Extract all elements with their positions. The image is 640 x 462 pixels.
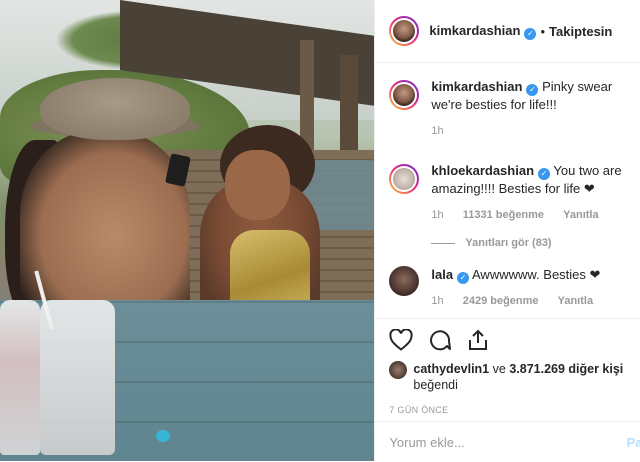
glass (40, 300, 115, 455)
comment-username[interactable]: lala (431, 267, 453, 282)
comment-time[interactable]: 1h (431, 125, 443, 137)
comment-meta: 1h 11331 beğenme Yanıtla (431, 206, 634, 224)
post-comment-button[interactable]: Pa (627, 435, 640, 450)
comment-time[interactable]: 1h (431, 209, 443, 221)
verified-icon: ✓ (538, 168, 550, 180)
follow-status-button[interactable]: Takiptesin (549, 24, 612, 39)
girl-face (225, 150, 290, 220)
avatar[interactable] (389, 266, 419, 296)
add-comment-bar: Yorum ekle... Pa (375, 421, 640, 462)
avatar[interactable] (389, 80, 419, 110)
liked-by-suffix: beğendi (413, 378, 458, 392)
header-username[interactable]: kimkardashian✓ (429, 23, 536, 40)
liked-by: cathydevlin1 ve 3.871.269 diğer kişi beğ… (375, 357, 640, 393)
liked-by-user[interactable]: cathydevlin1 (413, 362, 489, 376)
comment-text: Awwwwww. Besties ❤ (472, 267, 600, 282)
glass (0, 300, 40, 455)
blue-pebble (156, 430, 170, 442)
instagram-post: kimkardashian✓ • Takiptesin kimkardashia… (0, 0, 640, 461)
separator: • (540, 24, 545, 39)
comment-meta: 1h (431, 122, 634, 140)
share-icon[interactable] (467, 329, 489, 356)
liked-by-connector: ve (493, 362, 506, 376)
view-replies-button[interactable]: Yanıtları gör (83) (431, 234, 634, 252)
post-sidebar: kimkardashian✓ • Takiptesin kimkardashia… (374, 0, 640, 461)
comment-input[interactable]: Yorum ekle... (389, 435, 464, 450)
avatar[interactable] (389, 361, 407, 379)
post-photo[interactable] (0, 0, 374, 461)
comment-likes[interactable]: 11331 beğenme (463, 209, 544, 221)
reply-button[interactable]: Yanıtla (563, 209, 598, 221)
comment-likes[interactable]: 2429 beğenme (463, 295, 539, 307)
comment-icon[interactable] (429, 329, 451, 356)
liked-by-others[interactable]: 3.871.269 diğer kişi (509, 362, 623, 376)
comment-username[interactable]: kimkardashian (431, 79, 522, 94)
action-bar: cathydevlin1 ve 3.871.269 diğer kişi beğ… (375, 318, 640, 415)
verified-icon: ✓ (526, 84, 538, 96)
post-header: kimkardashian✓ • Takiptesin (375, 0, 640, 63)
comment: lala ✓ Awwwwww. Besties ❤ 1h 2429 beğenme… (389, 266, 634, 310)
avatar[interactable] (389, 16, 419, 46)
woman-figure (20, 130, 190, 320)
caption: kimkardashian✓ Pinky swear we're besties… (389, 78, 634, 140)
gold-swimsuit (230, 230, 310, 310)
heart-icon[interactable] (389, 329, 413, 356)
verified-icon: ✓ (457, 272, 469, 284)
verified-icon: ✓ (524, 28, 536, 40)
post-date[interactable]: 7 GÜN ÖNCE (375, 393, 640, 415)
cowboy-hat (40, 78, 190, 140)
reply-button[interactable]: Yanıtla (558, 295, 593, 307)
comment-time[interactable]: 1h (431, 295, 443, 307)
comment-username[interactable]: khloekardashian (431, 163, 534, 178)
comments-list: kimkardashian✓ Pinky swear we're besties… (389, 78, 634, 324)
comment: khloekardashian✓ You two are amazing!!!!… (389, 162, 634, 252)
avatar[interactable] (389, 164, 419, 194)
action-icons (375, 319, 640, 357)
replies-line (431, 243, 455, 244)
comment-meta: 1h 2429 beğenme Yanıtla (431, 292, 609, 310)
